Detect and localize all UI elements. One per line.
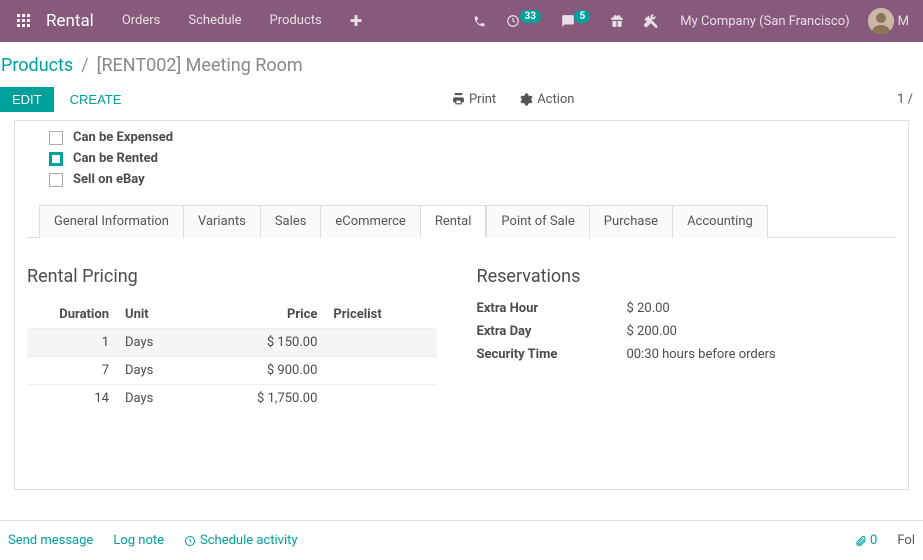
tabs: General Information Variants Sales eComm… xyxy=(27,204,896,238)
tools-icon[interactable] xyxy=(634,13,668,29)
security-label: Security Time xyxy=(477,347,627,362)
breadcrumb-root[interactable]: Products xyxy=(1,55,73,76)
breadcrumb: Products / [RENT002] Meeting Room xyxy=(0,42,923,83)
nav-menu: Orders Schedule Products xyxy=(108,0,336,42)
tab-purchase[interactable]: Purchase xyxy=(589,205,673,238)
top-navbar: Rental Orders Schedule Products ✚ 33 5 M… xyxy=(0,0,923,42)
phone-icon[interactable] xyxy=(463,13,496,29)
user-menu[interactable]: M xyxy=(862,8,915,34)
col-pricelist: Pricelist xyxy=(325,301,436,329)
cell-unit: Days xyxy=(117,357,194,385)
tab-ecommerce[interactable]: eCommerce xyxy=(320,205,420,238)
checkbox-expensed[interactable]: Can be Expensed xyxy=(49,127,876,148)
nav-menu-schedule[interactable]: Schedule xyxy=(174,0,255,42)
tab-pos[interactable]: Point of Sale xyxy=(486,205,589,238)
col-price: Price xyxy=(194,301,326,329)
table-row[interactable]: 1 Days $ 150.00 xyxy=(27,329,437,357)
cell-duration: 1 xyxy=(27,329,117,357)
checkbox-icon xyxy=(49,131,63,145)
extra-day-label: Extra Day xyxy=(477,324,627,339)
activity-icon[interactable]: 33 xyxy=(496,13,551,29)
extra-day-value: $ 200.00 xyxy=(627,324,887,339)
table-row[interactable]: 14 Days $ 1,750.00 xyxy=(27,385,437,413)
send-message-button[interactable]: Send message xyxy=(8,533,93,548)
attachment-button[interactable]: 0 xyxy=(855,533,878,548)
breadcrumb-current: [RENT002] Meeting Room xyxy=(97,55,303,76)
cell-duration: 7 xyxy=(27,357,117,385)
security-value: 00:30 hours before orders xyxy=(627,347,887,362)
cell-pricelist xyxy=(325,357,436,385)
checkbox-list: Can be Expensed Can be Rented Sell on eB… xyxy=(27,121,896,198)
tab-content-rental: Rental Pricing Duration Unit Price Price… xyxy=(27,238,896,412)
tab-variants[interactable]: Variants xyxy=(183,205,261,238)
checkbox-label: Sell on eBay xyxy=(73,172,145,187)
reservations-section: Reservations Extra Hour $ 20.00 Extra Da… xyxy=(477,266,887,412)
edit-button[interactable]: EDIT xyxy=(0,87,54,112)
activity-badge: 33 xyxy=(520,10,541,23)
tab-accounting[interactable]: Accounting xyxy=(672,205,768,238)
pricing-table: Duration Unit Price Pricelist 1 Days $ 1… xyxy=(27,301,437,412)
print-button[interactable]: Print xyxy=(452,92,496,107)
avatar xyxy=(868,8,894,34)
clock-icon xyxy=(184,535,196,547)
print-label: Print xyxy=(469,92,496,107)
print-icon xyxy=(452,93,465,106)
cell-pricelist xyxy=(325,329,436,357)
cell-unit: Days xyxy=(117,329,194,357)
cell-unit: Days xyxy=(117,385,194,413)
col-unit: Unit xyxy=(117,301,194,329)
module-brand[interactable]: Rental xyxy=(40,11,108,31)
schedule-activity-button[interactable]: Schedule activity xyxy=(184,533,298,548)
checkbox-icon xyxy=(49,152,63,166)
tab-general[interactable]: General Information xyxy=(39,205,184,238)
gift-icon[interactable] xyxy=(600,13,634,29)
rental-pricing-section: Rental Pricing Duration Unit Price Price… xyxy=(27,266,437,412)
action-label: Action xyxy=(537,92,574,107)
cell-duration: 14 xyxy=(27,385,117,413)
action-bar: EDIT CREATE Print Action 1 / xyxy=(0,83,923,120)
pager[interactable]: 1 / xyxy=(897,92,917,107)
tab-sales[interactable]: Sales xyxy=(260,205,322,238)
discuss-badge: 5 xyxy=(574,10,590,23)
discuss-icon[interactable]: 5 xyxy=(551,13,600,29)
apps-icon[interactable] xyxy=(8,13,40,29)
extra-hour-label: Extra Hour xyxy=(477,301,627,316)
checkbox-rented[interactable]: Can be Rented xyxy=(49,148,876,169)
breadcrumb-sep: / xyxy=(73,55,96,76)
cell-price: $ 900.00 xyxy=(194,357,326,385)
section-title: Rental Pricing xyxy=(27,266,437,287)
col-duration: Duration xyxy=(27,301,117,329)
gear-icon xyxy=(520,93,533,106)
schedule-label: Schedule activity xyxy=(200,533,298,548)
attachment-count: 0 xyxy=(870,533,877,548)
log-note-button[interactable]: Log note xyxy=(113,533,164,548)
cell-price: $ 150.00 xyxy=(194,329,326,357)
nav-plus-icon[interactable]: ✚ xyxy=(336,12,377,30)
chatter-bar: Send message Log note Schedule activity … xyxy=(0,520,923,560)
follow-button[interactable]: Fol xyxy=(897,533,915,548)
extra-hour-value: $ 20.00 xyxy=(627,301,887,316)
checkbox-label: Can be Rented xyxy=(73,151,158,166)
paperclip-icon xyxy=(855,535,867,547)
checkbox-label: Can be Expensed xyxy=(73,130,173,145)
checkbox-ebay[interactable]: Sell on eBay xyxy=(49,169,876,190)
company-selector[interactable]: My Company (San Francisco) xyxy=(668,14,861,29)
nav-menu-orders[interactable]: Orders xyxy=(108,0,175,42)
table-row[interactable]: 7 Days $ 900.00 xyxy=(27,357,437,385)
checkbox-icon xyxy=(49,173,63,187)
create-button[interactable]: CREATE xyxy=(62,87,130,112)
form-sheet: Can be Expensed Can be Rented Sell on eB… xyxy=(14,120,909,490)
action-dropdown[interactable]: Action xyxy=(520,92,574,107)
tab-rental[interactable]: Rental xyxy=(420,205,487,238)
section-title: Reservations xyxy=(477,266,887,287)
cell-pricelist xyxy=(325,385,436,413)
cell-price: $ 1,750.00 xyxy=(194,385,326,413)
nav-menu-products[interactable]: Products xyxy=(256,0,336,42)
user-label: M xyxy=(898,14,909,29)
